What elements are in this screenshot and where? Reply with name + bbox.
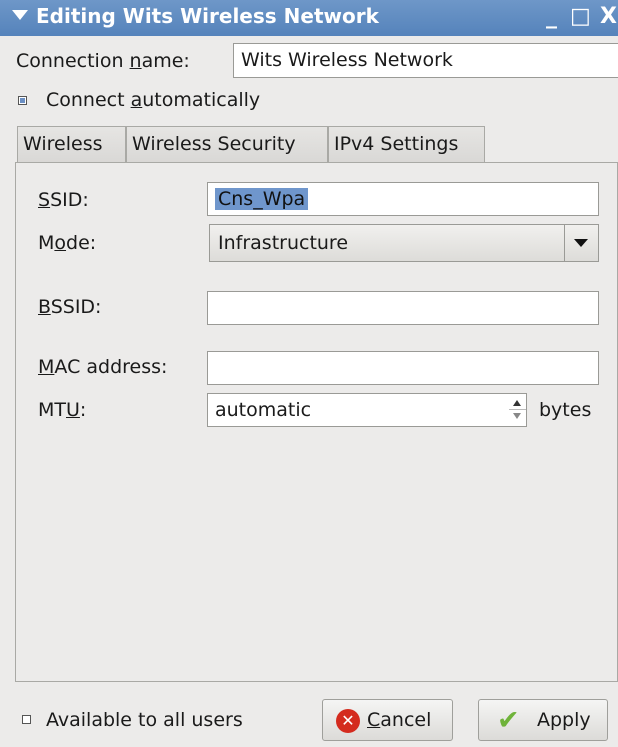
label-part: SID: bbox=[50, 189, 89, 211]
label-part: utomatically bbox=[142, 89, 261, 111]
window-title: Editing Wits Wireless Network bbox=[36, 4, 379, 28]
label-part: Connection bbox=[16, 50, 130, 72]
tab-wireless[interactable]: Wireless bbox=[17, 126, 126, 162]
ssid-label: SSID: bbox=[38, 189, 89, 211]
mnemonic: M bbox=[38, 356, 55, 378]
label-part: SSID: bbox=[50, 296, 102, 318]
label-part: ame: bbox=[141, 50, 190, 72]
mnemonic: o bbox=[54, 232, 67, 254]
ssid-selected-text: Cns_Wpa bbox=[215, 188, 309, 210]
mnemonic: U bbox=[66, 399, 80, 421]
minimize-button[interactable]: _ bbox=[546, 4, 557, 30]
cancel-button-label: Cancel bbox=[367, 709, 431, 731]
tab-label: IPv4 Settings bbox=[334, 133, 459, 155]
connection-name-label: Connection name: bbox=[16, 50, 190, 72]
connection-name-input[interactable]: Wits Wireless Network bbox=[233, 43, 618, 78]
tab-label: Wireless bbox=[23, 133, 103, 155]
cancel-button[interactable]: ✕ Cancel bbox=[322, 699, 453, 741]
connect-automatically-label[interactable]: Connect automatically bbox=[46, 89, 260, 111]
close-button[interactable]: X bbox=[600, 4, 617, 30]
available-to-all-users-label[interactable]: Available to all users bbox=[46, 709, 243, 731]
available-to-all-users-checkbox[interactable] bbox=[22, 715, 31, 724]
apply-button[interactable]: ✔ Apply bbox=[478, 699, 608, 741]
spin-up-icon[interactable] bbox=[513, 400, 521, 406]
label-part: M bbox=[38, 232, 55, 254]
mode-label: Mode: bbox=[38, 232, 96, 254]
connect-automatically-checkbox[interactable] bbox=[18, 96, 27, 105]
mtu-spin-input[interactable]: automatic bbox=[207, 393, 527, 427]
label-part: AC address: bbox=[54, 356, 168, 378]
tab-label: Wireless Security bbox=[132, 133, 296, 155]
mac-address-label: MAC address: bbox=[38, 356, 167, 378]
maximize-button[interactable]: □ bbox=[570, 4, 591, 30]
label-part: MT bbox=[38, 399, 66, 421]
label-part: : bbox=[79, 399, 87, 421]
mac-address-input[interactable] bbox=[207, 351, 599, 385]
mnemonic: C bbox=[367, 709, 381, 731]
mtu-unit-label: bytes bbox=[539, 399, 592, 421]
label-part: de: bbox=[66, 232, 97, 254]
mode-dropdown-button[interactable] bbox=[564, 225, 598, 261]
mnemonic: a bbox=[130, 89, 143, 111]
ssid-input[interactable]: Cns_Wpa bbox=[207, 182, 599, 216]
label-part: Connect bbox=[46, 89, 131, 111]
chevron-down-icon bbox=[574, 239, 588, 247]
label-part: ancel bbox=[380, 709, 432, 731]
apply-button-label: Apply bbox=[537, 709, 591, 731]
mode-selected-value: Infrastructure bbox=[218, 232, 349, 254]
window-menu-chevron-down-icon[interactable] bbox=[12, 10, 28, 20]
spin-down-icon[interactable] bbox=[513, 413, 521, 419]
mnemonic: B bbox=[38, 296, 51, 318]
bssid-input[interactable] bbox=[207, 291, 599, 325]
tab-ipv4-settings[interactable]: IPv4 Settings bbox=[328, 126, 485, 162]
mnemonic: S bbox=[38, 189, 51, 211]
mode-select[interactable]: Infrastructure bbox=[209, 224, 599, 262]
mnemonic: n bbox=[129, 50, 142, 72]
title-bar[interactable]: Editing Wits Wireless Network _ □ X bbox=[0, 0, 618, 36]
mtu-spin-buttons[interactable] bbox=[509, 394, 526, 426]
cancel-x-icon: ✕ bbox=[336, 709, 360, 733]
tab-wireless-security[interactable]: Wireless Security bbox=[126, 126, 328, 162]
spin-divider bbox=[509, 409, 526, 410]
checkmark-icon: ✔ bbox=[497, 705, 520, 736]
bssid-label: BSSID: bbox=[38, 296, 101, 318]
mtu-label: MTU: bbox=[38, 399, 86, 421]
checkbox-mark bbox=[20, 98, 25, 103]
